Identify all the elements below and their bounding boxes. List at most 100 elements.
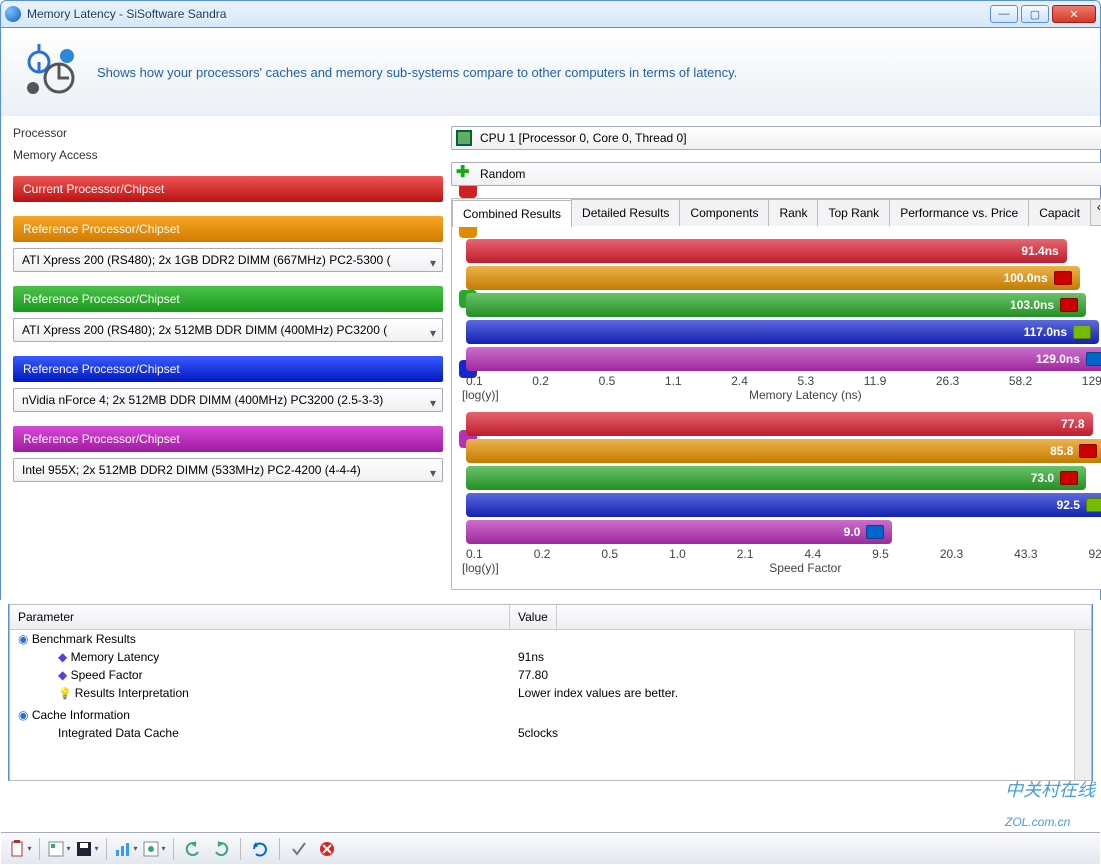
param-cell: Speed Factor — [10, 666, 510, 684]
bar-value: 9.0 — [844, 525, 861, 539]
clipboard-button[interactable]: ▾ — [7, 836, 33, 862]
report-button[interactable]: ▾ — [46, 836, 72, 862]
chart-bar: 85.8 — [466, 439, 1101, 463]
reference-select[interactable]: ATI Xpress 200 (RS480); 2x 512MB DDR DIM… — [13, 318, 443, 342]
bar-chart: 91.4ns100.0ns103.0ns117.0ns129.0ns0.10.2… — [466, 239, 1101, 402]
category-label: Current Processor/Chipset — [13, 176, 443, 202]
chart-bar: 77.8 — [466, 412, 1093, 436]
bar-value: 73.0 — [1031, 471, 1054, 485]
axis-ticks: 0.10.20.51.02.14.49.520.343.392.5 — [466, 547, 1101, 561]
chip-icon — [456, 130, 472, 146]
bar-value: 103.0ns — [1010, 298, 1054, 312]
options-button[interactable]: ▾ — [141, 836, 167, 862]
grid-header: Parameter Value — [10, 605, 1091, 630]
vendor-badge — [1086, 352, 1101, 366]
reference-select[interactable]: nVidia nForce 4; 2x 512MB DDR DIMM (400M… — [13, 388, 443, 412]
grid-row[interactable]: Memory Latency91ns — [10, 648, 1091, 666]
vendor-badge — [1060, 471, 1078, 485]
vendor-badge — [1073, 325, 1091, 339]
minimize-button[interactable]: — — [990, 5, 1018, 23]
save-button[interactable]: ▾ — [74, 836, 100, 862]
param-cell: Memory Latency — [10, 648, 510, 666]
grid-row[interactable]: Cache Information — [10, 706, 1091, 724]
bar-value: 85.8 — [1050, 444, 1073, 458]
tabs: Combined ResultsDetailed ResultsComponen… — [452, 199, 1101, 226]
reference-value: ATI Xpress 200 (RS480); 2x 1GB DDR2 DIMM… — [22, 253, 391, 267]
category-label: Reference Processor/Chipset — [13, 216, 443, 242]
chart-area: 91.4ns 100.0ns 103.0ns 117.0ns 129.0ns 0.10.2… — [452, 226, 1101, 589]
bar-value: 117.0ns — [1024, 325, 1067, 339]
chart-bar: 103.0ns — [466, 293, 1086, 317]
value-cell — [510, 706, 526, 724]
tab-top-rank[interactable]: Top Rank — [817, 199, 890, 226]
chart-button[interactable]: ▾ — [113, 836, 139, 862]
reference-select[interactable]: ATI Xpress 200 (RS480); 2x 1GB DDR2 DIMM… — [13, 248, 443, 272]
memory-access-select[interactable]: ✚ Random — [451, 162, 1101, 186]
param-cell: Integrated Data Cache — [10, 724, 510, 742]
bar-value: 77.8 — [1061, 417, 1084, 431]
results-panel: Combined ResultsDetailed ResultsComponen… — [451, 198, 1101, 590]
bar-value: 91.4ns — [1021, 244, 1058, 258]
cancel-button[interactable] — [314, 836, 340, 862]
grid-body: Benchmark ResultsMemory Latency91nsSpeed… — [10, 630, 1091, 780]
vendor-badge — [1086, 498, 1101, 512]
app-icon — [5, 6, 21, 22]
tab-performance-vs-price[interactable]: Performance vs. Price — [889, 199, 1029, 226]
grid-row[interactable]: Results InterpretationLower index values… — [10, 684, 1091, 702]
chart-bar: 9.0 — [466, 520, 892, 544]
chart-bar: 73.0 — [466, 466, 1086, 490]
category-label: Reference Processor/Chipset — [13, 286, 443, 312]
chart-bar: 92.5 — [466, 493, 1101, 517]
tab-components[interactable]: Components — [679, 199, 769, 226]
memory-access-label: Memory Access — [13, 148, 143, 162]
grid-row[interactable]: Benchmark Results — [10, 630, 1091, 648]
module-icon — [19, 42, 79, 102]
value-cell — [510, 630, 526, 648]
memory-access-value: Random — [480, 167, 525, 181]
close-button[interactable]: ✕ — [1052, 5, 1096, 23]
vertical-scrollbar[interactable] — [1074, 630, 1091, 780]
col-parameter[interactable]: Parameter — [10, 605, 510, 629]
header: Shows how your processors' caches and me… — [0, 28, 1101, 116]
category-label: Reference Processor/Chipset — [13, 426, 443, 452]
category-label: Reference Processor/Chipset — [13, 356, 443, 382]
processor-select[interactable]: CPU 1 [Processor 0, Core 0, Thread 0] — [451, 126, 1101, 150]
col-value[interactable]: Value — [510, 605, 557, 629]
plus-icon: ✚ — [456, 166, 472, 182]
vendor-badge — [1079, 444, 1097, 458]
reference-value: Intel 955X; 2x 512MB DDR2 DIMM (533MHz) … — [22, 463, 361, 477]
param-cell: Cache Information — [10, 706, 510, 724]
axis-label: [log(y)]Speed Factor — [466, 561, 1101, 575]
vendor-badge — [866, 525, 884, 539]
reference-value: ATI Xpress 200 (RS480); 2x 512MB DDR DIM… — [22, 323, 387, 337]
undo-button[interactable] — [180, 836, 206, 862]
ok-button[interactable] — [286, 836, 312, 862]
redo-button[interactable] — [208, 836, 234, 862]
bar-value: 100.0ns — [1004, 271, 1048, 285]
bar-value: 129.0ns — [1036, 352, 1080, 366]
chart-bar: 100.0ns — [466, 266, 1080, 290]
maximize-button[interactable]: ▢ — [1021, 5, 1049, 23]
chart-bar: 117.0ns — [466, 320, 1099, 344]
value-cell: Lower index values are better. — [510, 684, 686, 702]
refresh-button[interactable] — [247, 836, 273, 862]
chart-bar: 91.4ns — [466, 239, 1067, 263]
processor-value: CPU 1 [Processor 0, Core 0, Thread 0] — [480, 131, 687, 145]
tab-scroll-left[interactable]: ‹ — [1090, 199, 1101, 226]
value-cell: 5clocks — [510, 724, 566, 742]
reference-select[interactable]: Intel 955X; 2x 512MB DDR2 DIMM (533MHz) … — [13, 458, 443, 482]
tab-detailed-results[interactable]: Detailed Results — [571, 199, 680, 226]
grid-row[interactable]: Integrated Data Cache5clocks — [10, 724, 1091, 742]
chart-bar: 129.0ns — [466, 347, 1101, 371]
results-grid-wrap: Parameter Value Benchmark ResultsMemory … — [8, 604, 1093, 781]
grid-row[interactable]: Speed Factor77.80 — [10, 666, 1091, 684]
watermark: 中关村在线 ZOL.com.cn — [1005, 776, 1095, 833]
module-description: Shows how your processors' caches and me… — [97, 65, 737, 80]
bar-value: 92.5 — [1057, 498, 1080, 512]
tab-capacit[interactable]: Capacit — [1028, 199, 1091, 226]
processor-label: Processor — [13, 126, 143, 140]
tab-combined-results[interactable]: Combined Results — [452, 200, 572, 227]
tab-rank[interactable]: Rank — [768, 199, 818, 226]
param-cell: Benchmark Results — [10, 630, 510, 648]
bottom-toolbar: ▾ ▾ ▾ ▾ ▾ — [1, 832, 1100, 864]
